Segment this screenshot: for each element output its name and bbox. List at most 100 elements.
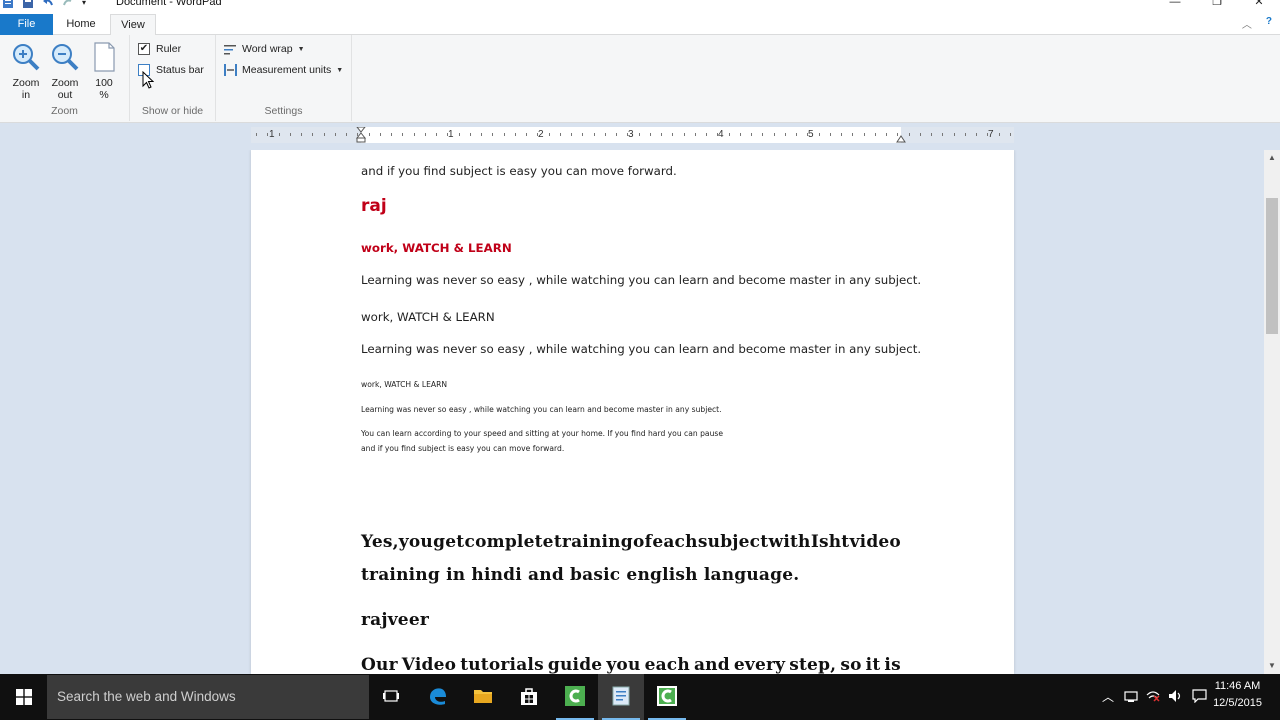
- ruler-tick: [402, 133, 404, 136]
- wifi-off-icon[interactable]: [1146, 689, 1160, 703]
- document-page[interactable]: and if you find subject is easy you can …: [251, 150, 1014, 674]
- word: tutorials: [460, 655, 544, 674]
- minimize-button[interactable]: —: [1154, 0, 1196, 10]
- customize-qat-icon[interactable]: ▾: [82, 0, 90, 8]
- start-button[interactable]: [0, 674, 46, 720]
- word: Video: [401, 655, 457, 674]
- camtasia-icon: [565, 686, 585, 706]
- ribbon-panel: Zoom in Zoom out 100 % Zoom ✔ Ruler Stat…: [0, 35, 1280, 123]
- redo-icon[interactable]: [62, 0, 74, 9]
- ruler-tick: [301, 133, 302, 136]
- zoom-group-label: Zoom: [51, 105, 78, 117]
- edge-icon: [430, 688, 446, 705]
- action-center-icon: [1192, 689, 1207, 703]
- word: video: [849, 532, 901, 552]
- taskbar-clock[interactable]: 11:46 AM 12/5/2015: [1213, 678, 1262, 712]
- quick-access-toolbar: ▾: [2, 0, 90, 10]
- word: every: [733, 655, 786, 674]
- action-center[interactable]: [1190, 674, 1210, 720]
- ruler[interactable]: 1 1 2 3 4 5 7: [251, 127, 1014, 143]
- minimize-ribbon-icon[interactable]: ︿: [1242, 16, 1252, 31]
- word: complete: [464, 532, 554, 552]
- zoom-out-button[interactable]: Zoom out: [47, 41, 83, 101]
- ruler-number: 3: [628, 129, 634, 140]
- small-text-line: You can learn according to your speed an…: [361, 429, 724, 438]
- vertical-scrollbar[interactable]: ▲ ▼: [1264, 150, 1280, 674]
- ruler-tick: [492, 133, 494, 136]
- ruler-tick: [739, 133, 741, 136]
- bold-paragraph-line: Our Video tutorials guide you each and e…: [361, 655, 901, 674]
- word: training: [553, 532, 633, 552]
- word: so: [840, 655, 862, 674]
- ribbon-tabs: File Home View ︿ ?: [0, 14, 1280, 36]
- ruler-tick: [436, 133, 437, 136]
- tab-home[interactable]: Home: [55, 14, 107, 35]
- ruler-tick: [368, 133, 370, 136]
- ruler-tick: [593, 133, 595, 136]
- ruler-tick: [627, 133, 629, 136]
- show-hidden-icons-icon[interactable]: ︿: [1102, 688, 1114, 705]
- ruler-tick: [773, 133, 775, 136]
- ruler-tick: [728, 133, 730, 136]
- clock-time: 11:46 AM: [1214, 680, 1261, 692]
- ruler-tick: [717, 133, 719, 136]
- settings-group: Word wrap ▼ Measurement units ▼ Settings: [216, 35, 352, 121]
- ruler-tick: [841, 133, 842, 136]
- ruler-number: 4: [718, 129, 724, 140]
- ruler-tick: [278, 133, 280, 136]
- ruler-tick: [784, 133, 786, 136]
- tab-view[interactable]: View: [110, 14, 156, 36]
- ruler-tick: [683, 133, 685, 136]
- network-icon[interactable]: [1124, 689, 1138, 703]
- zoom-100-button[interactable]: 100 %: [86, 41, 122, 101]
- ruler-tick: [458, 133, 460, 136]
- zoom-in-label: Zoom in: [12, 77, 40, 101]
- window-title: Document - WordPad: [116, 0, 222, 8]
- word: guide: [547, 655, 603, 674]
- camtasia-recorder-button[interactable]: [644, 674, 690, 720]
- dropdown-arrow-icon: ▼: [336, 66, 344, 74]
- edge-browser-button[interactable]: [415, 674, 461, 720]
- word-wrap-label: Word wrap: [242, 43, 293, 55]
- save-icon[interactable]: [22, 0, 34, 9]
- ruler-tick: [256, 133, 257, 136]
- ruler-checkbox[interactable]: ✔ Ruler: [138, 43, 181, 55]
- task-view-button[interactable]: [368, 674, 414, 720]
- scrollbar-thumb[interactable]: [1266, 198, 1278, 334]
- ruler-tick: [706, 133, 707, 136]
- undo-icon[interactable]: [42, 0, 54, 9]
- bold-paragraph-line: training in hindi and basic english lang…: [361, 565, 800, 585]
- file-explorer-button[interactable]: [460, 674, 506, 720]
- camtasia-button[interactable]: [552, 674, 598, 720]
- word: step,: [789, 655, 837, 674]
- ruler-tick: [571, 133, 572, 136]
- ruler-tick: [548, 133, 550, 136]
- store-button[interactable]: [506, 674, 552, 720]
- ruler-tick: [953, 133, 955, 136]
- wordpad-app-icon[interactable]: [2, 0, 14, 9]
- ruler-number: 2: [538, 129, 544, 140]
- taskbar-search-box[interactable]: Search the web and Windows: [47, 675, 369, 719]
- ruler-tick: [886, 133, 887, 136]
- show-desktop-button[interactable]: [1264, 674, 1278, 720]
- word: Isht: [810, 532, 850, 552]
- close-button[interactable]: ✕: [1238, 0, 1280, 10]
- ruler-tick: [469, 133, 471, 136]
- word-wrap-dropdown[interactable]: Word wrap ▼: [224, 43, 305, 55]
- scroll-down-icon[interactable]: ▼: [1264, 658, 1280, 674]
- bold-paragraph-line: Yes,you get complete training of each su…: [361, 532, 901, 552]
- restore-button[interactable]: ❐: [1196, 0, 1238, 10]
- scroll-up-icon[interactable]: ▲: [1264, 150, 1280, 166]
- help-icon[interactable]: ?: [1266, 16, 1272, 31]
- tab-file[interactable]: File: [0, 14, 53, 35]
- ruler-tick: [514, 133, 516, 136]
- measurement-units-dropdown[interactable]: Measurement units ▼: [224, 64, 343, 76]
- wordpad-taskbar-button[interactable]: [598, 674, 644, 720]
- zoom-100-label: 100 %: [95, 77, 113, 101]
- document-canvas: and if you find subject is easy you can …: [0, 150, 1264, 674]
- zoom-in-button[interactable]: Zoom in: [8, 41, 44, 101]
- ruler-tick: [447, 133, 449, 136]
- ruler-tick: [987, 133, 989, 136]
- volume-icon[interactable]: [1168, 689, 1182, 703]
- status-bar-label: Status bar: [156, 64, 204, 76]
